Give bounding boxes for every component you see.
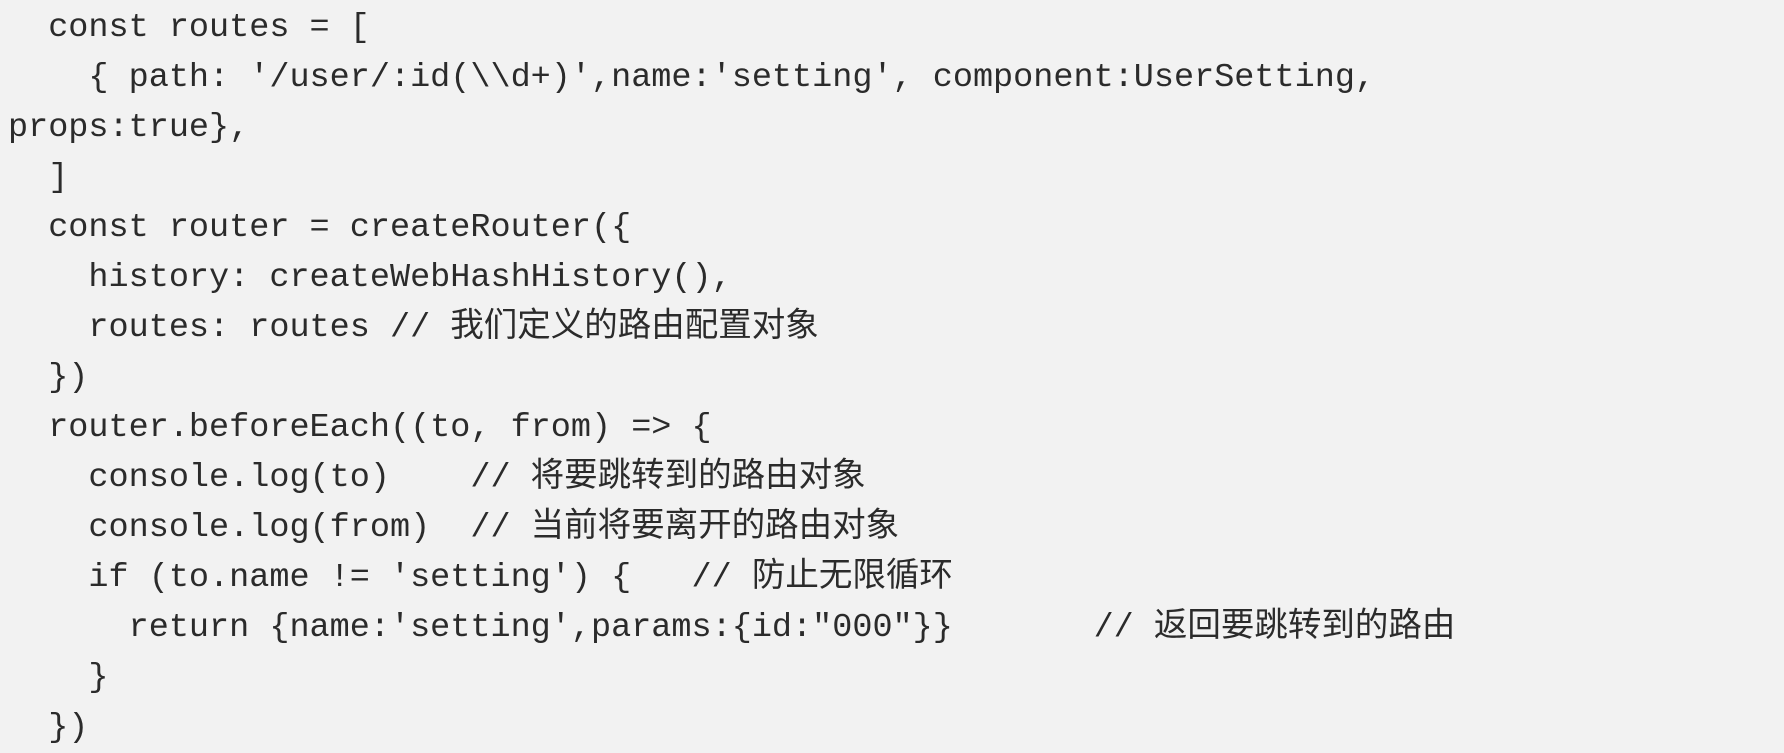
code-line-8: }) — [8, 359, 89, 397]
code-line-10: console.log(to) // 将要跳转到的路由对象 — [8, 459, 866, 497]
code-line-12: if (to.name != 'setting') { // 防止无限循环 — [8, 559, 953, 597]
code-line-5: const router = createRouter({ — [8, 209, 632, 247]
code-line-7: routes: routes // 我们定义的路由配置对象 — [8, 309, 819, 347]
code-line-6: history: createWebHashHistory(), — [8, 259, 732, 297]
code-line-3: props:true}, — [8, 109, 250, 147]
code-line-14: } — [8, 659, 109, 697]
code-block: const routes = [ { path: '/user/:id(\\d+… — [0, 0, 1784, 751]
code-line-4: ] — [8, 159, 69, 197]
code-line-9: router.beforeEach((to, from) => { — [8, 409, 712, 447]
code-line-11: console.log(from) // 当前将要离开的路由对象 — [8, 509, 900, 547]
code-line-2: { path: '/user/:id(\\d+)',name:'setting'… — [8, 59, 1376, 97]
code-line-15: }) — [8, 709, 89, 747]
code-line-13: return {name:'setting',params:{id:"000"}… — [8, 609, 1456, 647]
code-line-1: const routes = [ — [8, 9, 370, 47]
